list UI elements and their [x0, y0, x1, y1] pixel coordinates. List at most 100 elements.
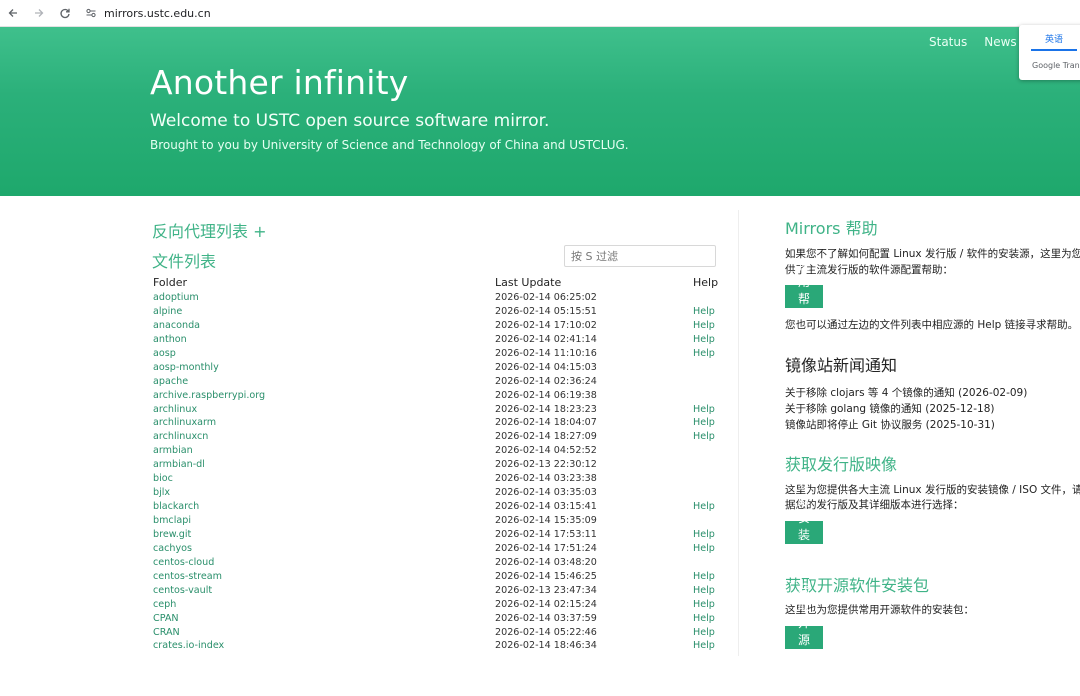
last-update-cell: 2026-02-14 17:51:24: [495, 542, 597, 554]
nav-news-link[interactable]: News: [984, 35, 1016, 49]
folder-link[interactable]: aosp: [153, 348, 176, 359]
last-update-cell: 2026-02-14 02:36:24: [495, 375, 597, 387]
last-update-cell: 2026-02-14 06:25:02: [495, 292, 597, 303]
file-row: anthon 2026-02-14 02:41:14 Help: [153, 333, 718, 347]
help-link[interactable]: Help: [693, 334, 715, 345]
help-link[interactable]: Help: [693, 627, 715, 638]
help-link[interactable]: Help: [693, 417, 715, 428]
news-heading: 镜像站新闻通知: [785, 356, 898, 375]
help-link[interactable]: Help: [693, 599, 715, 610]
folder-link[interactable]: cachyos: [153, 543, 192, 554]
hero-tagline: Brought to you by University of Science …: [150, 138, 629, 152]
folder-link[interactable]: crates.io-index: [153, 640, 224, 651]
help-link[interactable]: Help: [693, 320, 715, 331]
folder-link[interactable]: anaconda: [153, 320, 200, 331]
last-update-cell: 2026-02-14 03:35:03: [495, 487, 597, 499]
file-row: CRAN 2026-02-14 05:22:46 Help: [153, 626, 718, 640]
url-text[interactable]: mirrors.ustc.edu.cn: [104, 7, 211, 20]
help-link[interactable]: Help: [693, 640, 715, 651]
last-update-cell: 2026-02-14 02:15:24: [495, 598, 597, 610]
folder-link[interactable]: archlinuxarm: [153, 417, 216, 428]
folder-link[interactable]: centos-stream: [153, 571, 222, 582]
file-row: blackarch 2026-02-14 03:15:41 Help: [153, 500, 718, 514]
last-update-cell: 2026-02-14 18:46:34: [495, 640, 597, 652]
help-link[interactable]: Help: [693, 585, 715, 596]
last-update-cell: 2026-02-14 18:27:09: [495, 431, 597, 443]
last-update-cell: 2026-02-13 22:30:12: [495, 459, 597, 471]
last-update-cell: 2026-02-14 17:10:02: [495, 319, 597, 331]
translate-popup: 英语 Google Trans: [1019, 25, 1080, 80]
get-packages-button[interactable]: 获取开源软件 >: [785, 582, 824, 696]
last-update-cell: 2026-02-14 04:52:52: [495, 445, 597, 457]
file-row: brew.git 2026-02-14 17:53:11 Help: [153, 528, 718, 542]
help-link[interactable]: Help: [693, 348, 715, 359]
hero-subtitle: Welcome to USTC open source software mir…: [150, 111, 550, 131]
top-nav: Status News: [929, 35, 1017, 49]
folder-link[interactable]: ceph: [153, 599, 176, 610]
last-update-cell: 2026-02-14 06:19:38: [495, 389, 597, 401]
folder-link[interactable]: CPAN: [153, 613, 179, 624]
folder-link[interactable]: centos-cloud: [153, 557, 214, 568]
usage-help-button[interactable]: 使用帮助 >: [785, 258, 824, 338]
help-link[interactable]: Help: [693, 613, 715, 624]
folder-link[interactable]: adoptium: [153, 292, 199, 303]
help-link[interactable]: Help: [693, 404, 715, 415]
page-title: Another infinity: [150, 63, 409, 102]
file-row: centos-cloud 2026-02-14 03:48:20: [153, 556, 718, 570]
site-settings-icon[interactable]: [84, 6, 98, 20]
help-link[interactable]: Help: [693, 571, 715, 582]
news-item-link[interactable]: 关于移除 golang 镜像的通知 (2025-12-18): [785, 401, 995, 416]
file-row: aosp 2026-02-14 11:10:16 Help: [153, 347, 718, 361]
forward-icon[interactable]: [32, 6, 46, 20]
file-row: crates.io-index 2026-02-14 18:46:34 Help: [153, 639, 718, 653]
help-text-line1: 如果您不了解如何配置 Linux 发行版 / 软件的安装源，这里为您: [785, 248, 1080, 260]
translate-language-tab[interactable]: 英语: [1031, 32, 1077, 51]
get-iso-button[interactable]: 获取安装镜像 >: [785, 477, 824, 591]
iso-heading: 获取发行版映像: [785, 455, 898, 474]
last-update-cell: 2026-02-14 18:04:07: [495, 417, 597, 429]
folder-link[interactable]: archive.raspberrypi.org: [153, 390, 265, 401]
news-item-link[interactable]: 镜像站即将停止 Git 协议服务 (2025-10-31): [785, 417, 995, 432]
news-item-link[interactable]: 关于移除 clojars 等 4 个镜像的通知 (2026-02-09): [785, 385, 1027, 400]
reload-icon[interactable]: [58, 6, 72, 20]
file-row: archlinuxarm 2026-02-14 18:04:07 Help: [153, 416, 718, 430]
last-update-cell: 2026-02-14 11:10:16: [495, 347, 597, 359]
packages-text: 这里也为您提供常用开源软件的安装包：: [785, 604, 974, 616]
last-update-cell: 2026-02-14 03:23:38: [495, 473, 597, 485]
filter-input[interactable]: [564, 245, 716, 267]
file-row: bioc 2026-02-14 03:23:38: [153, 472, 718, 486]
folder-link[interactable]: archlinux: [153, 404, 197, 415]
folder-link[interactable]: anthon: [153, 334, 187, 345]
help-text-line3: 您也可以通过左边的文件列表中相应源的 Help 链接寻求帮助。: [785, 319, 1079, 331]
folder-link[interactable]: blackarch: [153, 501, 199, 512]
help-link[interactable]: Help: [693, 431, 715, 442]
folder-link[interactable]: bioc: [153, 473, 173, 484]
browser-toolbar: mirrors.ustc.edu.cn: [0, 0, 1080, 27]
help-link[interactable]: Help: [693, 306, 715, 317]
folder-link[interactable]: bjlx: [153, 487, 170, 498]
folder-link[interactable]: alpine: [153, 306, 182, 317]
folder-link[interactable]: archlinuxcn: [153, 431, 208, 442]
folder-link[interactable]: bmclapi: [153, 515, 191, 526]
folder-link[interactable]: apache: [153, 376, 188, 387]
last-update-cell: 2026-02-14 04:15:03: [495, 361, 597, 373]
proxy-list-toggle[interactable]: 反向代理列表 +: [152, 218, 267, 242]
folder-link[interactable]: centos-vault: [153, 585, 212, 596]
address-bar[interactable]: mirrors.ustc.edu.cn: [84, 6, 211, 20]
folder-link[interactable]: CRAN: [153, 627, 180, 638]
folder-link[interactable]: armbian: [153, 445, 193, 456]
folder-link[interactable]: brew.git: [153, 529, 191, 540]
folder-link[interactable]: aosp-monthly: [153, 362, 219, 373]
file-row: adoptium 2026-02-14 06:25:02: [153, 291, 718, 305]
folder-link[interactable]: armbian-dl: [153, 459, 205, 470]
last-update-cell: 2026-02-14 03:48:20: [495, 556, 597, 568]
help-column-header: Help: [693, 276, 719, 289]
back-icon[interactable]: [6, 6, 20, 20]
file-row: bmclapi 2026-02-14 15:35:09: [153, 514, 718, 528]
last-update-cell: 2026-02-14 03:15:41: [495, 501, 597, 513]
help-link[interactable]: Help: [693, 529, 715, 540]
help-link[interactable]: Help: [693, 543, 715, 554]
nav-status-link[interactable]: Status: [929, 35, 967, 49]
help-link[interactable]: Help: [693, 501, 715, 512]
file-row: cachyos 2026-02-14 17:51:24 Help: [153, 542, 718, 556]
